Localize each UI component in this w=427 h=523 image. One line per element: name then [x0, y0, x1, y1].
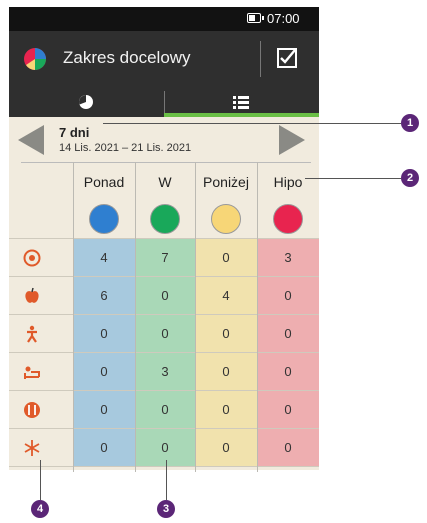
table-cell: 0	[257, 277, 319, 314]
table-cell: 3	[257, 239, 319, 276]
table-cell: 0	[195, 429, 257, 466]
column-header-ponad: Ponad	[73, 162, 135, 238]
column-header-w: W	[135, 162, 195, 238]
row-divider-line	[9, 466, 319, 467]
table-cell: 4	[195, 277, 257, 314]
table-cell: 0	[135, 429, 195, 466]
device-screen: 07:00 Zakres docelowy 7 dni 14 Lis. 2021…	[9, 7, 319, 472]
range-color-dot	[273, 204, 303, 234]
table-cell: 0	[195, 315, 257, 352]
callout-badge-4: 4	[31, 500, 49, 518]
callout-badge-2: 2	[401, 169, 419, 187]
status-time: 07:00	[267, 11, 300, 26]
header-divider	[260, 41, 261, 77]
column-label: Ponad	[83, 174, 125, 190]
battery-icon	[247, 13, 264, 23]
callout-3-line	[166, 460, 167, 500]
table-cell: 0	[135, 391, 195, 428]
column-divider-line	[257, 162, 258, 472]
column-label: Hipo	[273, 174, 303, 190]
page-title: Zakres docelowy	[63, 48, 191, 67]
table-cell: 0	[195, 391, 257, 428]
restaurant-icon	[24, 402, 40, 418]
previous-period-arrow[interactable]	[18, 125, 44, 155]
table-cell: 0	[73, 315, 135, 352]
period-range: 14 Lis. 2021 – 21 Lis. 2021	[59, 142, 192, 154]
callout-4-line	[40, 460, 41, 500]
table-cell: 0	[257, 391, 319, 428]
column-label: Poniżej	[203, 174, 249, 190]
range-color-dot	[211, 204, 241, 234]
table-cell: 0	[135, 315, 195, 352]
table-cell: 0	[135, 277, 195, 314]
column-header-hipo: Hipo	[257, 162, 319, 238]
callout-badge-3: 3	[157, 500, 175, 518]
column-divider-line	[195, 162, 196, 472]
table-cell: 0	[73, 429, 135, 466]
column-header-poniżej: Poniżej	[195, 162, 257, 238]
column-divider-line	[135, 162, 136, 472]
table-cell: 0	[195, 239, 257, 276]
table-cell: 0	[195, 353, 257, 390]
table-cell: 6	[73, 277, 135, 314]
tab-chart[interactable]	[9, 87, 164, 117]
list-icon	[233, 96, 249, 109]
callout-1-line	[103, 123, 401, 124]
next-period-arrow[interactable]	[279, 125, 305, 155]
sleep-icon	[24, 366, 40, 379]
table-cell: 0	[73, 391, 135, 428]
checkbox-icon[interactable]	[276, 47, 298, 69]
period-label: 7 dni	[59, 125, 90, 140]
table-cell: 0	[73, 353, 135, 390]
column-label: W	[158, 174, 172, 190]
before-meal-icon	[23, 249, 41, 267]
callout-2-line	[305, 178, 401, 179]
table-cell: 4	[73, 239, 135, 276]
column-divider-line	[73, 162, 74, 472]
table-cell: 0	[257, 315, 319, 352]
range-color-dot	[150, 204, 180, 234]
status-bar: 07:00	[9, 7, 319, 31]
app-header: Zakres docelowy	[9, 31, 319, 87]
table-cell: 0	[257, 353, 319, 390]
table-cell: 3	[135, 353, 195, 390]
exercise-icon	[27, 325, 37, 343]
snowflake-icon	[24, 440, 40, 456]
apple-icon	[25, 287, 39, 303]
callout-badge-1: 1	[401, 114, 419, 132]
pie-chart-icon	[24, 48, 46, 70]
table-cell: 0	[257, 429, 319, 466]
range-color-dot	[89, 204, 119, 234]
table-cell: 7	[135, 239, 195, 276]
pie-tab-icon	[79, 95, 93, 109]
